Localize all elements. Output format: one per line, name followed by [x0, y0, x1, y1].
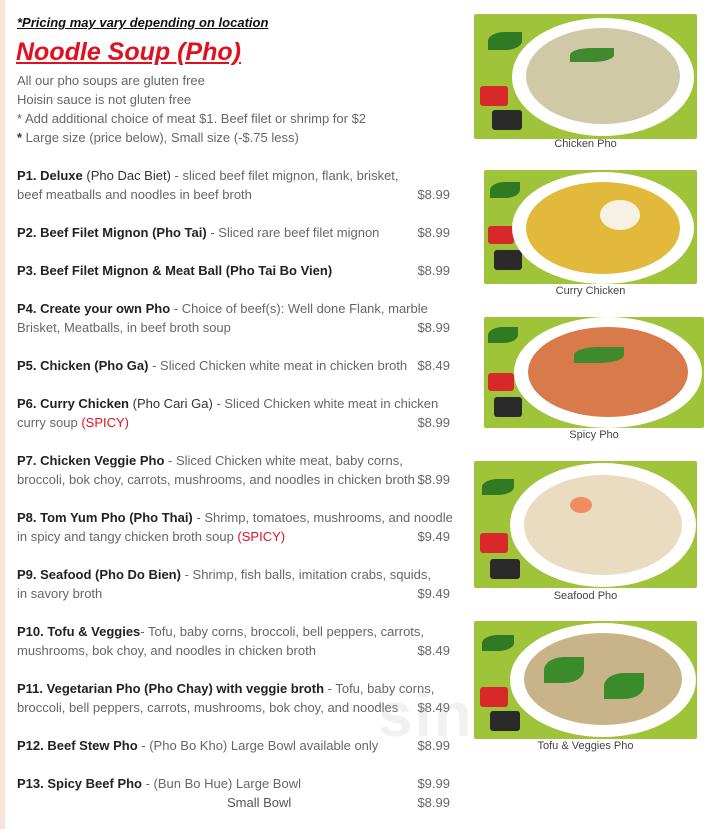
item-desc: - Tofu, baby corns, [324, 681, 435, 696]
item-price: $8.99 [417, 225, 450, 240]
item-name: P11. Vegetarian Pho (Pho Chay) with vegg… [17, 681, 325, 696]
item-price: $8.49 [417, 643, 450, 658]
item-price: $8.49 [417, 700, 450, 715]
item-name: P8. Tom Yum Pho (Pho Thai) [17, 510, 193, 525]
item-desc: - Sliced Chicken white meat in chicken b… [148, 358, 408, 373]
menu-item-p3: P3. Beef Filet Mignon & Meat Ball (Pho T… [17, 261, 457, 280]
item-desc: Brisket, Meatballs, in beef broth soup [17, 320, 231, 335]
photo-caption: Tofu & Veggies Pho [537, 740, 634, 752]
item-desc: broccoli, bell peppers, carrots, mushroo… [17, 700, 399, 715]
item-desc: - (Pho Bo Kho) Large Bowl available only [137, 738, 379, 753]
item-name: P9. Seafood (Pho Do Bien) [17, 567, 181, 582]
seafood-pho-image [474, 461, 697, 588]
spicy-label: (SPICY) [81, 415, 129, 430]
item-price: $8.99 [417, 415, 450, 430]
section-title: Noodle Soup (Pho) [16, 38, 241, 66]
item-price: $8.99 [417, 263, 450, 278]
item-price: $9.49 [417, 586, 450, 601]
note-line: Hoisin sauce is not gluten free [17, 92, 192, 107]
menu-item-p5: P5. Chicken (Pho Ga) - Sliced Chicken wh… [17, 356, 457, 375]
menu-item-p10: P10. Tofu & Veggies- Tofu, baby corns, b… [17, 622, 457, 660]
item-price: $8.99 [417, 187, 450, 202]
item-sub-price: $8.99 [417, 795, 450, 810]
item-price: $8.99 [417, 738, 450, 753]
pricing-notice: *Pricing may vary depending on location [17, 15, 269, 30]
item-desc: - Tofu, baby corns, broccoli, bell peppe… [140, 624, 425, 639]
item-desc: - Choice of beef(s): Well done Flank, ma… [170, 301, 428, 316]
menu-item-p1: P1. Deluxe (Pho Dac Biet) - sliced beef … [17, 166, 457, 204]
item-desc: curry soup [17, 415, 82, 430]
item-desc: - Shrimp, fish balls, imitation crabs, s… [180, 567, 431, 582]
item-price: $8.99 [417, 472, 450, 487]
menu-item-p2: P2. Beef Filet Mignon (Pho Tai) - Sliced… [17, 223, 457, 242]
photo-caption: Curry Chicken [555, 285, 626, 297]
item-desc: - Sliced Chicken white meat, baby corns, [164, 453, 403, 468]
item-price: $9.49 [417, 529, 450, 544]
item-desc: - Shrimp, tomatoes, mushrooms, and noodl… [192, 510, 453, 525]
menu-item-p13: P13. Spicy Beef Pho - (Bun Bo Hue) Large… [17, 774, 457, 812]
left-accent-bar [0, 0, 5, 829]
item-sub-label: Small Bowl [227, 795, 292, 810]
menu-item-p4: P4. Create your own Pho - Choice of beef… [17, 299, 457, 337]
tofu-veggies-pho-image [474, 621, 697, 739]
note-line: All our pho soups are gluten free [17, 73, 205, 88]
item-name: P1. Deluxe [17, 168, 83, 183]
item-name: P2. Beef Filet Mignon (Pho Tai) [17, 225, 207, 240]
item-desc: - Sliced Chicken white meat in chicken [212, 396, 439, 411]
menu-item-p6: P6. Curry Chicken (Pho Cari Ga) - Sliced… [17, 394, 457, 432]
photo-caption: Spicy Pho [569, 429, 619, 441]
item-desc: in savory broth [17, 586, 103, 601]
photo-caption: Chicken Pho [554, 138, 617, 150]
item-price: $8.99 [417, 320, 450, 335]
menu-notes: All our pho soups are gluten free Hoisin… [17, 71, 366, 147]
photo-caption: Seafood Pho [553, 590, 618, 602]
item-desc: - sliced beef filet mignon, flank, brisk… [170, 168, 399, 183]
item-name: P5. Chicken (Pho Ga) [17, 358, 149, 373]
item-name: P6. Curry Chicken [17, 396, 129, 411]
item-name: P7. Chicken Veggie Pho [17, 453, 165, 468]
curry-chicken-image [484, 170, 697, 284]
item-name: P3. Beef Filet Mignon & Meat Ball (Pho T… [17, 263, 333, 278]
item-desc: mushrooms, bok choy, and noodles in chic… [17, 643, 316, 658]
item-name: P10. Tofu & Veggies [17, 624, 141, 639]
note-line: * Large size (price below), Small size (… [17, 130, 299, 145]
menu-item-p12: P12. Beef Stew Pho - (Pho Bo Kho) Large … [17, 736, 457, 755]
note-line: * Add additional choice of meat $1. Beef… [17, 111, 367, 126]
item-price: $8.49 [417, 358, 450, 373]
item-desc: beef meatballs and noodles in beef broth [17, 187, 252, 202]
menu-item-p11: P11. Vegetarian Pho (Pho Chay) with vegg… [17, 679, 457, 717]
spicy-label: (SPICY) [237, 529, 286, 544]
item-desc: broccoli, bok choy, carrots, mushrooms, … [17, 472, 415, 487]
item-name: P12. Beef Stew Pho [17, 738, 138, 753]
item-name: P13. Spicy Beef Pho [17, 776, 142, 791]
item-desc: - Sliced rare beef filet mignon [206, 225, 380, 240]
item-name: P4. Create your own Pho [17, 301, 171, 316]
item-alt-name: (Pho Cari Ga) [129, 396, 213, 411]
menu-item-p9: P9. Seafood (Pho Do Bien) - Shrimp, fish… [17, 565, 457, 603]
item-price: $9.99 [417, 776, 450, 791]
menu-item-p8: P8. Tom Yum Pho (Pho Thai) - Shrimp, tom… [17, 508, 457, 546]
menu-item-p7: P7. Chicken Veggie Pho - Sliced Chicken … [17, 451, 457, 489]
spicy-pho-image [484, 317, 704, 428]
item-alt-name: (Pho Dac Biet) [82, 168, 171, 183]
chicken-pho-image [474, 14, 697, 139]
item-desc: - (Bun Bo Hue) Large Bowl [142, 776, 301, 791]
item-desc: in spicy and tangy chicken broth soup [17, 529, 238, 544]
photo-column: Chicken Pho Curry Chicken Spicy Pho Seaf… [470, 0, 704, 829]
